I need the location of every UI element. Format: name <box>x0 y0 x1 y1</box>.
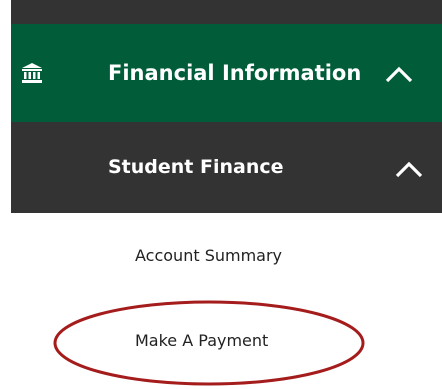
student-finance-label: Student Finance <box>108 156 284 178</box>
chevron-up-icon[interactable] <box>394 159 424 179</box>
sidebar-menu: Financial Information Student Finance <box>11 0 442 213</box>
student-finance-menu-item[interactable]: Student Finance <box>11 122 442 213</box>
bank-icon <box>22 63 42 83</box>
chevron-up-icon[interactable] <box>384 64 414 84</box>
make-a-payment-link[interactable]: Make A Payment <box>135 330 268 352</box>
financial-information-label: Financial Information <box>108 61 362 85</box>
menu-top-divider <box>11 0 442 24</box>
account-summary-link[interactable]: Account Summary <box>135 245 282 267</box>
financial-information-menu-item[interactable]: Financial Information <box>11 24 442 122</box>
